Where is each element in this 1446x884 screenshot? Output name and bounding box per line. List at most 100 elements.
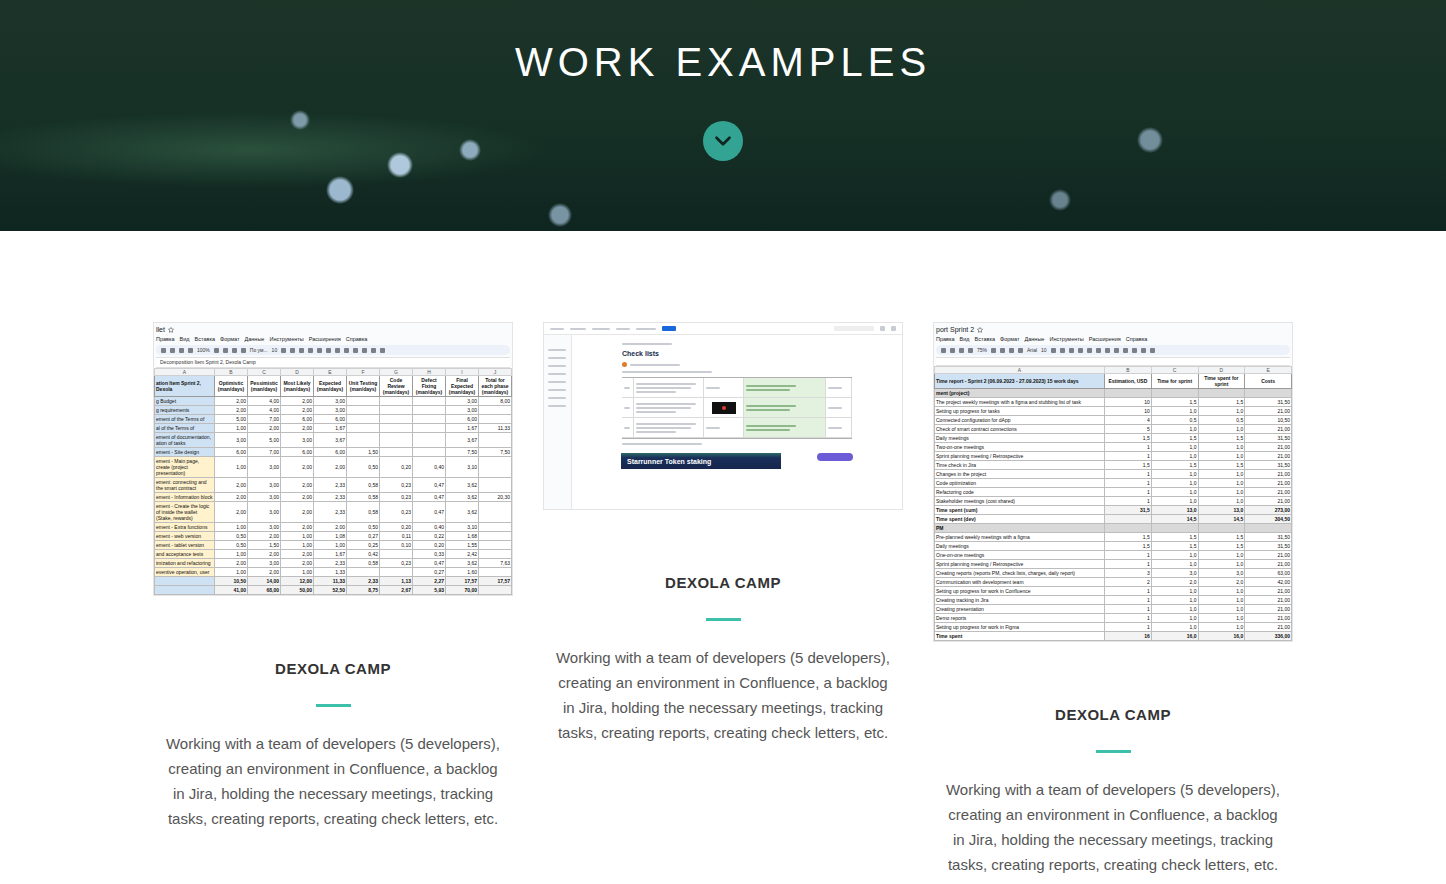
table-cell: 3,00 (314, 406, 347, 415)
table-row: Check of smart contract connections51,01… (935, 425, 1292, 434)
table-row: Setting up progress for work in Confluen… (935, 587, 1292, 596)
table-row: Time spent (dev)14,514,5304,50 (935, 515, 1292, 524)
table-cell: 3,00 (248, 478, 281, 493)
table-row: ment (project) (935, 389, 1292, 398)
table-row: Creating reports (reports PM, check list… (935, 569, 1292, 578)
table-cell: 5,00 (215, 415, 248, 424)
toolbar: 100%По ум...10 (156, 345, 510, 355)
table-cell: 6,00 (314, 448, 347, 457)
tool-icon (179, 348, 184, 353)
table-cell: 0,58 (347, 559, 380, 568)
menu-item: Данные (245, 336, 265, 343)
toolbar: 75%Arial10 (936, 345, 1290, 355)
table-cell: 1,0 (1151, 407, 1198, 416)
table-cell: 1,0 (1198, 407, 1245, 416)
scroll-down-button[interactable] (703, 121, 743, 161)
table-cell: 1,0 (1198, 587, 1245, 596)
doc-cell (826, 418, 852, 438)
table-cell: 3,0 (1198, 569, 1245, 578)
table-cell: 3,62 (446, 502, 479, 523)
table-cell: 2,00 (215, 478, 248, 493)
table-cell: 2,00 (281, 457, 314, 478)
column-letter: I (446, 369, 479, 376)
column-letter: G (380, 369, 413, 376)
work-card: lletПравкаВидВставкаФорматДанныеИнструме… (153, 322, 513, 831)
doc-page: Check listsStarrunner Token staking (572, 335, 902, 509)
table-cell: 2,00 (314, 457, 347, 478)
table-cell: Creating tracking in Jira (935, 596, 1105, 605)
table-cell: Demo reports (935, 614, 1105, 623)
table-cell: 16 (1105, 632, 1152, 641)
table-cell: ment (project) (935, 389, 1105, 398)
table-cell (1105, 389, 1152, 398)
table-cell: 2,00 (281, 424, 314, 433)
table-cell: 1,5 (1151, 533, 1198, 542)
table-cell (413, 448, 446, 457)
table-cell: 31,50 (1245, 398, 1292, 407)
zoom-value: 100% (197, 347, 210, 353)
table-cell: 52,50 (314, 586, 347, 595)
table-row: Demo reports11,01,021,00 (935, 614, 1292, 623)
tool-icon (170, 348, 175, 353)
table-cell: 21,00 (1245, 614, 1292, 623)
table-cell: 4,00 (248, 397, 281, 406)
table-row: Setting up progress for work in Figma11,… (935, 623, 1292, 632)
table-cell: The project weekly meetings with a figma… (935, 398, 1105, 407)
table-cell: 10 (1105, 398, 1152, 407)
table-cell: 3,62 (446, 559, 479, 568)
menu-item: Формат (220, 336, 240, 343)
table-cell: 1,0 (1151, 560, 1198, 569)
menu-item: Инструменты (269, 336, 303, 343)
header-cell: Unit Testing (man/days) (347, 376, 380, 397)
table-cell (380, 415, 413, 424)
table-cell: 2,33 (314, 502, 347, 523)
table-cell: 7,00 (248, 415, 281, 424)
table-cell: g requirements (155, 406, 215, 415)
table-cell: 1,50 (347, 448, 380, 457)
table-cell: 2,33 (347, 577, 380, 586)
table-cell: 1,00 (215, 457, 248, 478)
tool-icon (1078, 348, 1083, 353)
table-row: Two-on-one meetings11,01,021,00 (935, 443, 1292, 452)
table-row: g requirements2,004,002,003,003,00 (155, 406, 512, 415)
tool-icon (1141, 348, 1146, 353)
doc-cell (826, 378, 852, 398)
table-cell: 3,67 (446, 433, 479, 448)
table-cell: 1 (1105, 488, 1152, 497)
tool-icon (1123, 348, 1128, 353)
table-cell: 7,50 (446, 448, 479, 457)
table-cell: 0,58 (347, 502, 380, 523)
table-cell: eventive operation, user (155, 568, 215, 577)
table-cell (347, 397, 380, 406)
sheet-header: port Sprint 2ПравкаВидВставкаФорматДанны… (934, 323, 1292, 366)
table-cell: 21,00 (1245, 488, 1292, 497)
hero-title: WORK EXAMPLES (515, 40, 931, 84)
tool-icon (281, 348, 286, 353)
table-cell: Code optimization (935, 479, 1105, 488)
table-row: Time spent1616,016,0336,00 (935, 632, 1292, 641)
tool-icon (1105, 348, 1110, 353)
table-cell: 1 (1105, 623, 1152, 632)
table-cell: 21,00 (1245, 443, 1292, 452)
table-cell: 1,67 (314, 550, 347, 559)
table-cell: and acceptance tests (155, 550, 215, 559)
table-row: Time spent (sum)31,513,013,0273,00 (935, 506, 1292, 515)
menu-item: Справка (1126, 336, 1148, 343)
table-cell: 1,00 (215, 568, 248, 577)
table-cell: 0,11 (380, 532, 413, 541)
menu-item: Данные (1025, 336, 1045, 343)
menu-item: Вид (960, 336, 970, 343)
tool-icon (371, 348, 376, 353)
table-row: eventive operation, user1,002,001,001,33… (155, 568, 512, 577)
header-row: ation Item Sprint 2, DexolaOptimistic (m… (155, 376, 512, 397)
doc-sidebar (544, 335, 572, 509)
table-row: al of the Terms of1,002,002,001,671,6711… (155, 424, 512, 433)
table-cell: 13,0 (1151, 506, 1198, 515)
table-cell: 304,50 (1245, 515, 1292, 524)
table-cell: Communication with development team (935, 578, 1105, 587)
table-cell: 2,0 (1198, 578, 1245, 587)
table-cell: ement - Extra functions (155, 523, 215, 532)
table-cell: 0,47 (413, 502, 446, 523)
table-cell: 31,50 (1245, 542, 1292, 551)
doc-cell (744, 418, 826, 438)
